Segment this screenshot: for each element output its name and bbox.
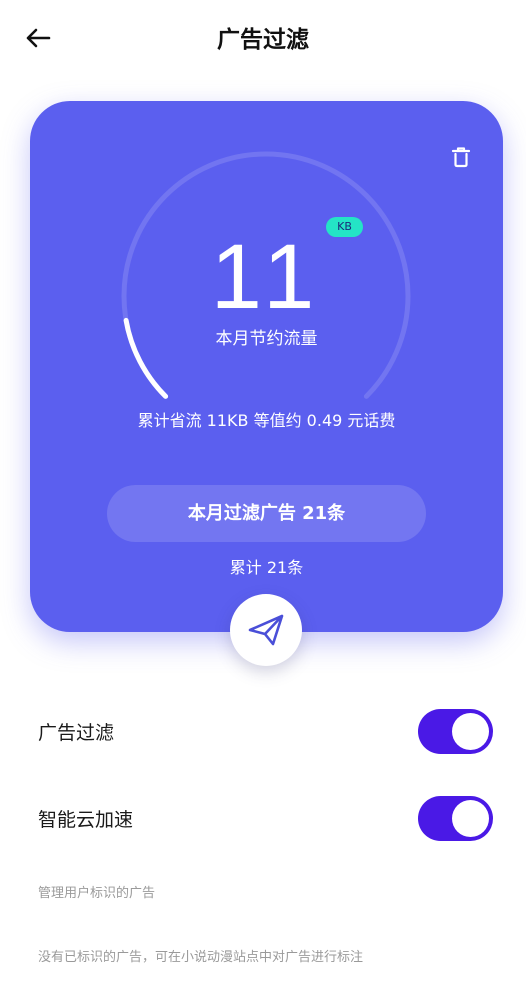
saved-amount: 11 [210,226,323,328]
traffic-card: KB 11 本月节约流量 累计省流 11KB 等值约 0.49 元话费 本月过滤… [30,101,503,632]
clear-button[interactable] [445,141,477,173]
toggle-knob [452,800,489,837]
send-button[interactable] [230,594,302,666]
toggle-knob [452,713,489,750]
empty-state-text: 没有已标识的广告，可在小说动漫站点中对广告进行标注 [38,950,364,965]
page-title: 广告过滤 [217,27,309,53]
cloud-acceleration-toggle[interactable] [418,796,493,841]
trash-icon [451,147,471,168]
section-heading: 管理用户标识的广告 [38,886,156,901]
saved-label: 本月节约流量 [215,329,318,349]
top-bar: 广告过滤 [0,0,526,76]
total-count: 累计 21条 [229,558,304,577]
usage-gauge [121,151,411,399]
setting-label: 广告过滤 [38,722,115,744]
paper-plane-icon [248,614,284,646]
savings-summary: 累计省流 11KB 等值约 0.49 元话费 [137,411,396,430]
filter-count-button[interactable]: 本月过滤广告 21条 [107,485,426,542]
setting-cloud-acceleration: 智能云加速 [0,788,526,848]
setting-label: 智能云加速 [38,809,134,831]
setting-ad-filter: 广告过滤 [0,701,526,761]
ad-filter-toggle[interactable] [418,709,493,754]
